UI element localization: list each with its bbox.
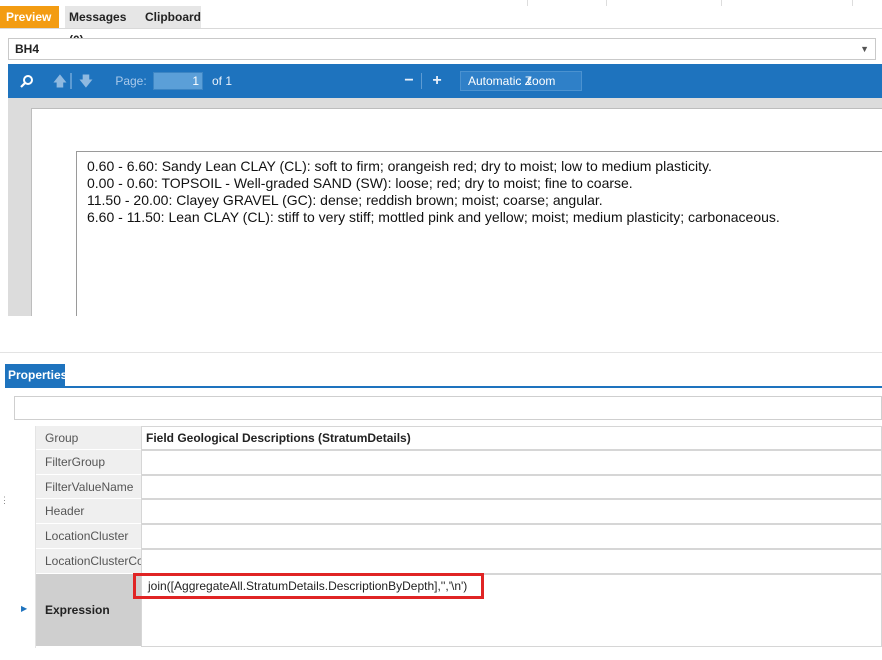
zoom-select-value: Automatic Zoom [468,74,556,88]
property-value[interactable] [141,499,882,524]
row-gutter [14,426,35,450]
search-icon[interactable] [16,64,38,98]
description-line: 6.60 - 11.50: Lean CLAY (CL): stiff to v… [87,209,780,225]
property-row-filtervaluename[interactable]: FilterValueName [14,475,882,499]
zoom-out-button[interactable]: − [400,64,418,98]
property-row-locationcluster[interactable]: LocationCluster [14,524,882,549]
strip-separator [721,0,722,6]
pdf-page: 0.60 - 6.60: Sandy Lean CLAY (CL): soft … [31,108,882,316]
strip-separator [852,0,853,6]
description-line: 11.50 - 20.00: Clayey GRAVEL (GC): dense… [87,192,603,208]
zoom-in-button[interactable]: + [428,64,446,98]
property-value[interactable] [141,450,882,475]
properties-underline [5,386,882,388]
row-gutter [14,499,35,524]
chevron-down-icon: ▼ [860,44,869,54]
properties-search-input[interactable] [14,396,882,420]
tab-properties[interactable]: Properties [5,364,67,386]
panel-divider [0,352,882,353]
pdf-toolbar: 🡅 🡇 Page: 1 of 1 − + Automatic Zoom ⇕ [8,64,882,98]
description-text-box: 0.60 - 6.60: Sandy Lean CLAY (CL): soft … [76,151,882,316]
row-pointer-icon: ▶ [21,604,28,613]
property-name: Header [35,499,141,524]
property-value[interactable]: Field Geological Descriptions (StratumDe… [141,426,882,450]
strip-separator [527,0,528,6]
zoom-updown-icon: ⇕ [525,76,533,86]
row-gutter [14,450,35,475]
property-row-group[interactable]: Group Field Geological Descriptions (Str… [14,426,882,450]
top-tab-strip: Preview Messages (0) Clipboard [0,0,882,47]
tab-preview[interactable]: Preview [0,6,59,29]
property-value[interactable] [141,524,882,549]
property-value[interactable] [141,475,882,499]
document-select-value: BH4 [15,42,40,56]
tab-messages[interactable]: Messages (0) [65,6,141,47]
row-gutter: ▶ [14,574,35,647]
page-label: Page: [115,74,147,88]
property-grid: Group Field Geological Descriptions (Str… [14,426,882,650]
zoom-select[interactable]: Automatic Zoom ⇕ [460,71,582,91]
tab-strip-underline [0,28,882,29]
arrow-down-icon[interactable]: 🡇 [76,64,96,98]
tab-clipboard[interactable]: Clipboard [141,6,201,29]
property-name: FilterValueName [35,475,141,499]
description-line: 0.60 - 6.60: Sandy Lean CLAY (CL): soft … [87,158,712,174]
expression-highlight-box [133,573,484,599]
row-gutter [14,524,35,549]
property-name: LocationClusterCo [35,549,141,574]
property-name: Expression [35,574,141,647]
splitter-grip-icon[interactable]: ⋮ [0,496,9,512]
toolbar-separator [421,73,422,89]
property-name: LocationCluster [35,524,141,549]
strip-separator [606,0,607,6]
arrow-up-icon[interactable]: 🡅 [50,64,70,98]
row-gutter [14,549,35,574]
description-line: 0.00 - 0.60: TOPSOIL - Well-graded SAND … [87,175,633,191]
page-count: of 1 [211,74,232,88]
grid-gutter-border [35,426,36,648]
property-row-header[interactable]: Header [14,499,882,524]
property-row-filtergroup[interactable]: FilterGroup [14,450,882,475]
property-row-locationclusterco[interactable]: LocationClusterCo [14,549,882,574]
toolbar-separator [70,73,72,89]
property-value[interactable] [141,549,882,574]
property-name: FilterGroup [35,450,141,475]
page-number-input[interactable]: 1 [153,72,203,90]
row-gutter [14,475,35,499]
property-name: Group [35,426,141,450]
document-select[interactable]: BH4 ▼ [8,38,876,60]
pdf-viewer: 0.60 - 6.60: Sandy Lean CLAY (CL): soft … [8,98,882,316]
